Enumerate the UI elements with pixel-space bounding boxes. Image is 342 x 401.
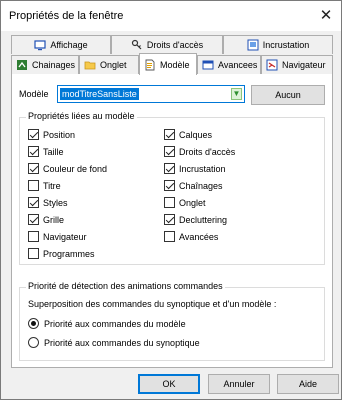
checkbox-label: Position <box>43 129 76 140</box>
checkbox-programmes[interactable]: Programmes <box>28 247 95 260</box>
help-button[interactable]: Aide <box>277 374 339 394</box>
radio-button[interactable] <box>28 318 39 329</box>
radio-button[interactable] <box>28 337 39 348</box>
checkbox-label: Couleur de fond <box>43 163 108 174</box>
checkbox-label: Styles <box>43 197 68 208</box>
checkbox-box[interactable] <box>28 180 39 191</box>
checkbox-box[interactable] <box>28 129 39 140</box>
checkbox-decluttering[interactable]: Decluttering <box>164 213 227 226</box>
checkbox-box[interactable] <box>164 214 175 225</box>
priority-description: Superposition des commandes du synoptiqu… <box>28 299 277 309</box>
checkbox-avancees[interactable]: Avancées <box>164 230 218 243</box>
checkbox-box[interactable] <box>164 163 175 174</box>
checkbox-box[interactable] <box>28 214 39 225</box>
dropdown-arrow-icon[interactable]: ▼ <box>231 88 242 100</box>
checkbox-box[interactable] <box>28 248 39 259</box>
checkbox-label: Navigateur <box>43 231 87 242</box>
radio-priority-model[interactable]: Priorité aux commandes du modèle <box>28 317 186 330</box>
checkbox-label: Decluttering <box>179 214 228 225</box>
checkbox-titre[interactable]: Titre <box>28 179 61 192</box>
checkbox-chainages[interactable]: Chaînages <box>164 179 223 192</box>
properties-dialog: Propriétés de la fenêtre ✕ Affichage Dro… <box>0 0 342 400</box>
checkbox-box[interactable] <box>164 231 175 242</box>
radio-label: Priorité aux commandes du modèle <box>44 318 186 329</box>
checkbox-label: Chaînages <box>179 180 223 191</box>
checkbox-taille[interactable]: Taille <box>28 145 64 158</box>
checkbox-onglet[interactable]: Onglet <box>164 196 206 209</box>
checkbox-box[interactable] <box>28 231 39 242</box>
checkbox-box[interactable] <box>28 197 39 208</box>
checkbox-droits-acces[interactable]: Droits d'accès <box>164 145 235 158</box>
ok-button[interactable]: OK <box>138 374 200 394</box>
checkbox-box[interactable] <box>164 197 175 208</box>
none-button[interactable]: Aucun <box>251 85 325 105</box>
checkbox-calques[interactable]: Calques <box>164 128 212 141</box>
checkbox-grille[interactable]: Grille <box>28 213 64 226</box>
model-combobox[interactable]: modTitreSansListe ▼ <box>57 85 245 103</box>
checkbox-couleur-de-fond[interactable]: Couleur de fond <box>28 162 107 175</box>
priority-title: Priorité de détection des animations com… <box>26 281 225 291</box>
model-value: modTitreSansListe <box>60 88 139 100</box>
checkbox-position[interactable]: Position <box>28 128 75 141</box>
checkbox-styles[interactable]: Styles <box>28 196 68 209</box>
checkbox-box[interactable] <box>164 180 175 191</box>
linked-properties-title: Propriétés liées au modèle <box>26 111 137 121</box>
checkbox-label: Onglet <box>179 197 206 208</box>
checkbox-label: Grille <box>43 214 65 225</box>
checkbox-label: Taille <box>43 146 64 157</box>
checkbox-box[interactable] <box>28 146 39 157</box>
checkbox-label: Avancées <box>179 231 219 242</box>
checkbox-navigateur[interactable]: Navigateur <box>28 230 87 243</box>
checkbox-box[interactable] <box>28 163 39 174</box>
checkbox-label: Incrustation <box>179 163 226 174</box>
checkbox-incrustation[interactable]: Incrustation <box>164 162 226 175</box>
checkbox-label: Titre <box>43 180 61 191</box>
radio-priority-synoptic[interactable]: Priorité aux commandes du synoptique <box>28 336 200 349</box>
model-label: Modèle <box>19 89 49 99</box>
checkbox-label: Calques <box>179 129 213 140</box>
checkbox-box[interactable] <box>164 129 175 140</box>
checkbox-box[interactable] <box>164 146 175 157</box>
checkbox-label: Droits d'accès <box>179 146 236 157</box>
radio-label: Priorité aux commandes du synoptique <box>44 337 200 348</box>
checkbox-label: Programmes <box>43 248 95 259</box>
cancel-button[interactable]: Annuler <box>208 374 270 394</box>
